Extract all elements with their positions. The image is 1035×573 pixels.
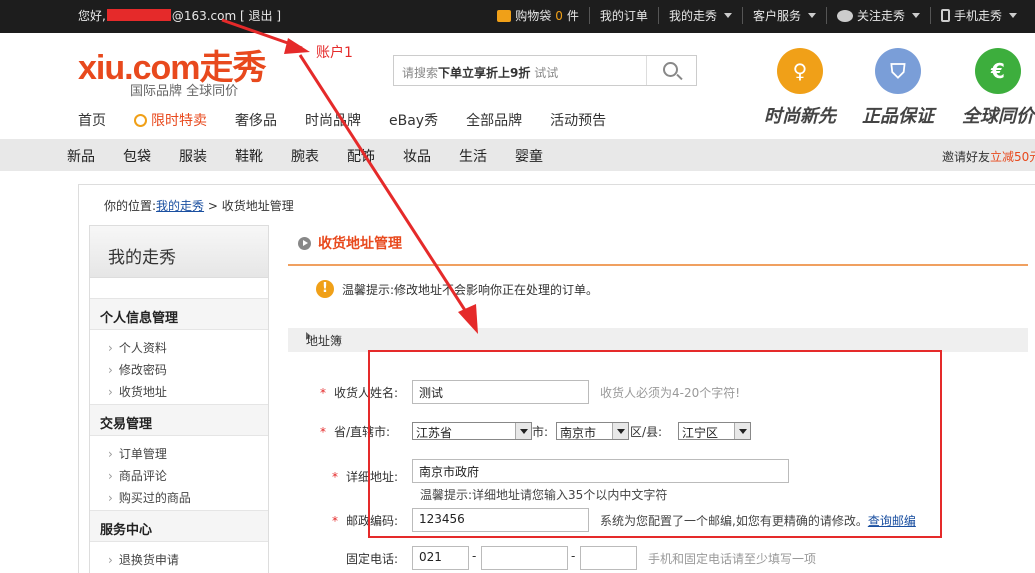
sidebar-item-address[interactable]: 收货地址 — [90, 379, 268, 401]
address-label: * 详细地址: — [332, 470, 399, 484]
zip-hint: 系统为您配置了一个邮编,如您有更精确的请修改。查询邮编 — [600, 514, 916, 528]
phone-number-input[interactable] — [481, 546, 568, 570]
receiver-name-input[interactable]: 测试 — [412, 380, 589, 404]
clock-icon — [134, 113, 147, 127]
site-logo[interactable]: xiu.com走秀 国际品牌 全球同价 — [78, 40, 266, 99]
search-input[interactable]: 请搜索下单立享折上9折 试试 — [402, 64, 558, 81]
chevron-down-icon — [1009, 13, 1017, 18]
zip-input[interactable]: 123456 — [412, 508, 589, 532]
name-hint: 收货人必须为4-20个字符! — [600, 386, 741, 400]
redacted-email — [106, 9, 171, 21]
top-bar: 您好, @163.com [ 退出 ] 购物袋 0 件 我的订单 我的走秀 客户服务 … — [0, 0, 1035, 33]
annotation-arrow-head — [284, 38, 310, 54]
zip-label: * 邮政编码: — [332, 514, 399, 528]
phone-label: 固定电话: — [346, 552, 399, 566]
sidebar-item-password[interactable]: 修改密码 — [90, 357, 268, 379]
shopping-bag-icon — [497, 9, 512, 22]
category-nav: 新品 包袋 服装 鞋靴 腕表 配饰 妆品 生活 婴童 邀请好友立减50元 — [0, 139, 1035, 171]
chevron-down-icon — [723, 13, 732, 18]
sidebar-title: 我的走秀 — [90, 226, 268, 278]
nav-fashion-brands[interactable]: 时尚品牌 — [305, 110, 361, 130]
chevron-down-icon — [612, 423, 628, 439]
chevron-down-icon — [911, 13, 920, 18]
phone-ext-input[interactable] — [580, 546, 637, 570]
nav-all-brands[interactable]: 全部品牌 — [466, 110, 522, 130]
annotation-label: 账户1 — [316, 45, 353, 61]
logout-link[interactable]: [ 退出 ] — [240, 9, 281, 23]
sidebar: 我的走秀 个人信息管理 个人资料 修改密码 收货地址 交易管理 订单管理 商品评… — [89, 225, 269, 573]
sidebar-item-orders[interactable]: 订单管理 — [90, 441, 268, 463]
sidebar-item-reviews[interactable]: 商品评论 — [90, 463, 268, 485]
address-hint: 温馨提示:详细地址请您输入35个以内中文字符 — [420, 488, 668, 502]
category-clothing[interactable]: 服装 — [179, 146, 207, 166]
my-orders-link[interactable]: 我的订单 — [588, 7, 658, 24]
category-cosmetics[interactable]: 妆品 — [403, 146, 431, 166]
chevron-down-icon — [807, 13, 816, 18]
sidebar-section-personal: 个人信息管理 — [90, 298, 268, 330]
category-watches[interactable]: 腕表 — [291, 146, 319, 166]
page-title: 收货地址管理 — [298, 233, 402, 253]
my-xiu-menu[interactable]: 我的走秀 — [657, 7, 742, 24]
main-nav: 首页 限时特卖 奢侈品 时尚品牌 eBay秀 全部品牌 活动预告 — [78, 110, 634, 130]
search-button[interactable] — [646, 56, 696, 85]
title-divider — [288, 264, 1028, 266]
sidebar-item-returns[interactable]: 退换货申请 — [90, 547, 268, 569]
search-box[interactable]: 请搜索下单立享折上9折 试试 — [393, 55, 697, 86]
invite-friends-link[interactable]: 邀请好友立减50元 — [942, 148, 1035, 165]
breadcrumb-my-xiu[interactable]: 我的走秀 — [156, 199, 204, 213]
city-label: 市: — [532, 425, 549, 439]
logo-slogan: 国际品牌 全球同价 — [130, 84, 239, 99]
district-label: 区/县: — [630, 425, 663, 439]
category-kids[interactable]: 婴童 — [515, 146, 543, 166]
category-life[interactable]: 生活 — [459, 146, 487, 166]
warning-tip: ! 温馨提示:修改地址不会影响你正在处理的订单。 — [316, 280, 598, 298]
address-book-bar[interactable]: 地址簿 — [288, 328, 1028, 352]
lookup-zip-link[interactable]: 查询邮编 — [868, 514, 916, 528]
phone-area-input[interactable]: 021 — [412, 546, 469, 570]
province-select[interactable]: 江苏省 — [412, 422, 532, 440]
user-greeting: 您好, @163.com [ 退出 ] — [78, 9, 282, 23]
city-select[interactable]: 南京市 — [556, 422, 629, 440]
category-accessories[interactable]: 配饰 — [347, 146, 375, 166]
chevron-down-icon — [734, 423, 750, 439]
phone-hint: 手机和固定电话请至少填写一项 — [648, 552, 817, 566]
phone-icon — [940, 9, 950, 22]
nav-preview[interactable]: 活动预告 — [550, 110, 606, 130]
shield-icon: ⛉ — [875, 48, 921, 94]
category-bags[interactable]: 包袋 — [123, 146, 151, 166]
detail-address-input[interactable]: 南京市政府 — [412, 459, 789, 483]
phone-separator: - — [571, 549, 576, 563]
nav-ebay[interactable]: eBay秀 — [389, 110, 438, 130]
sidebar-item-purchased[interactable]: 购买过的商品 — [90, 485, 268, 507]
badge-global-price: € 全球同价 — [962, 48, 1034, 128]
breadcrumb: 你的位置:我的走秀 > 收货地址管理 — [104, 199, 294, 213]
warning-icon: ! — [316, 280, 334, 298]
customer-service-menu[interactable]: 客户服务 — [741, 7, 826, 24]
follow-menu[interactable]: 关注走秀 — [825, 7, 930, 24]
district-select[interactable]: 江宁区 — [678, 422, 751, 440]
province-label: * 省/直辖市: — [320, 425, 391, 439]
phone-separator: - — [472, 549, 477, 563]
badge-authentic: ⛉ 正品保证 — [862, 48, 934, 128]
currency-icon: € — [975, 48, 1021, 94]
nav-flash-sale[interactable]: 限时特卖 — [134, 110, 207, 130]
mobile-menu[interactable]: 手机走秀 — [929, 7, 1027, 24]
nav-home[interactable]: 首页 — [78, 110, 106, 130]
category-new[interactable]: 新品 — [67, 146, 95, 166]
dress-icon: ♀ — [777, 48, 823, 94]
sidebar-section-service: 服务中心 — [90, 510, 268, 542]
category-shoes[interactable]: 鞋靴 — [235, 146, 263, 166]
badge-fashion: ♀ 时尚新先 — [764, 48, 836, 128]
sidebar-section-trade: 交易管理 — [90, 404, 268, 436]
name-label: * 收货人姓名: — [320, 386, 399, 400]
search-icon — [663, 62, 678, 77]
sidebar-item-profile[interactable]: 个人资料 — [90, 335, 268, 357]
cart-link[interactable]: 购物袋 0 件 — [487, 7, 589, 24]
nav-luxury[interactable]: 奢侈品 — [235, 110, 277, 130]
chevron-down-icon — [515, 423, 531, 439]
wechat-icon — [836, 9, 853, 22]
play-icon — [298, 236, 311, 250]
